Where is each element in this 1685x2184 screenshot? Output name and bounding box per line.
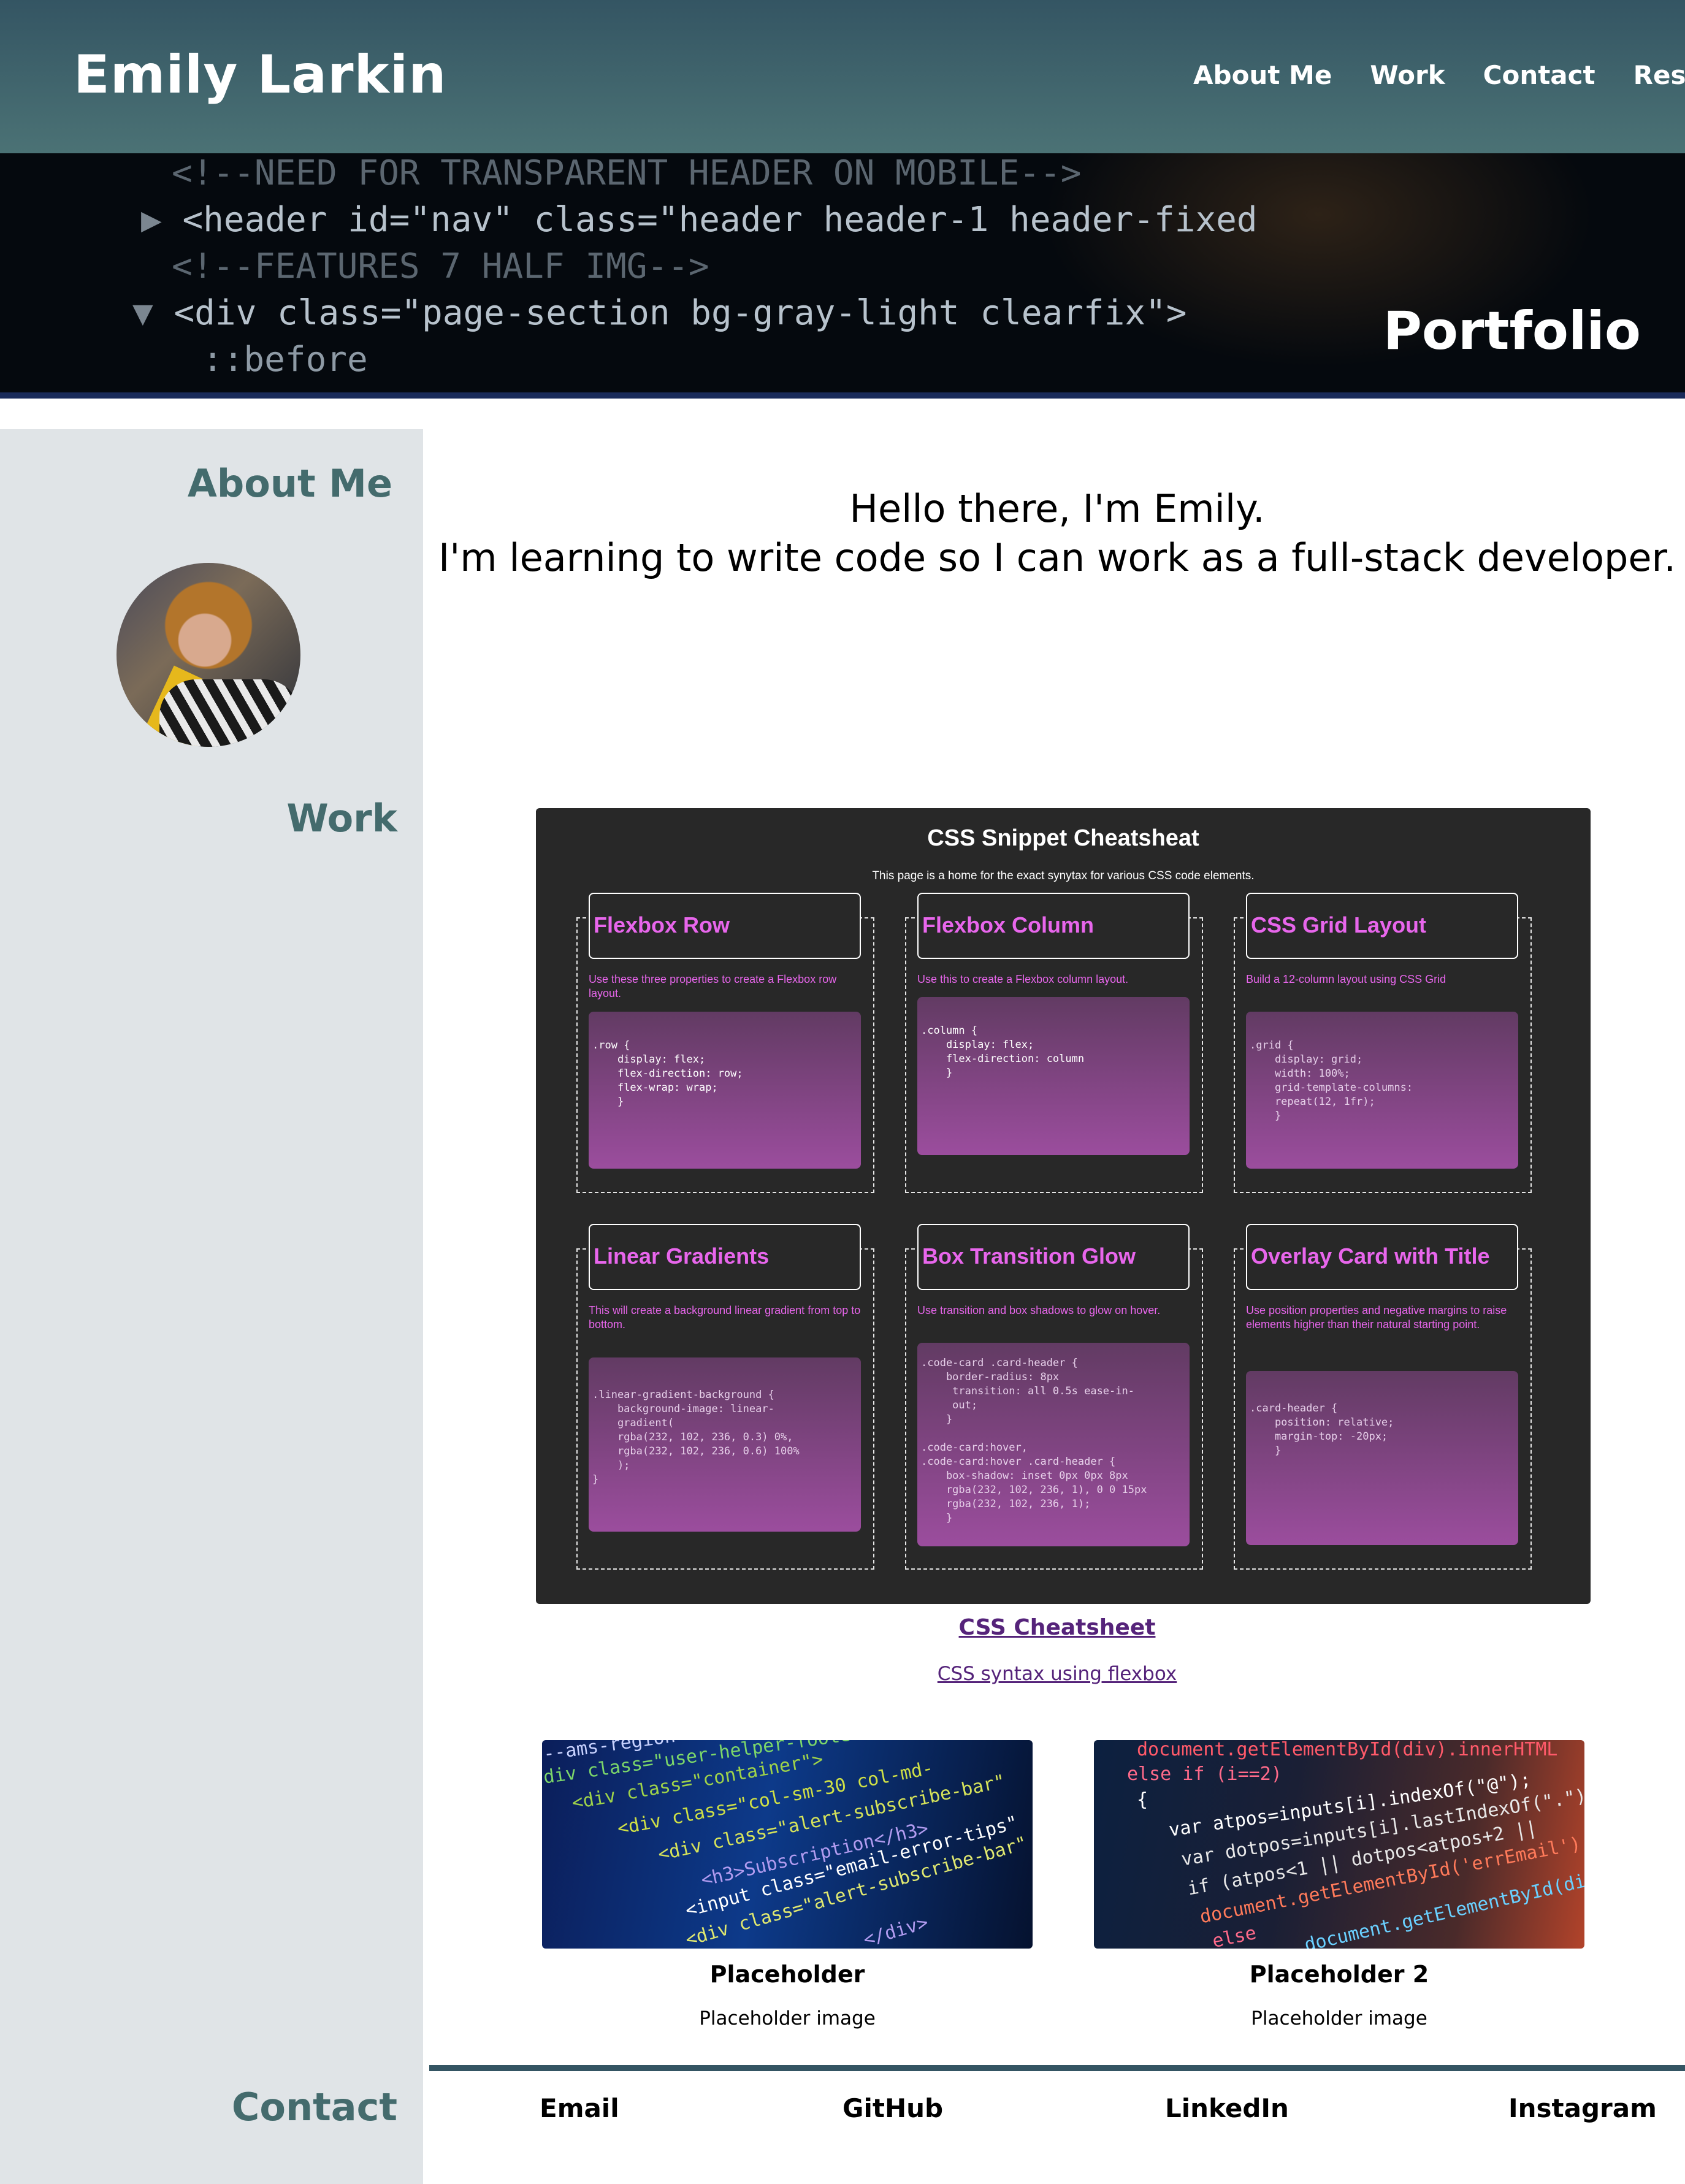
hero-code-line: ::before [202,340,368,380]
contact-instagram-link[interactable]: Instagram [1508,2093,1657,2123]
code-card: Linear Gradients This will create a back… [576,1224,874,1570]
placeholder-title-1: Placeholder [709,1961,865,1988]
code-card-title: Flexbox Column [917,893,1190,959]
placeholder-caption-1: Placeholder image [699,2007,876,2029]
about-me-heading: About Me [187,461,392,506]
code-card: Box Transition Glow Use transition and b… [905,1224,1203,1570]
hero-code-line: ▶ <header id="nav" class="header header-… [141,200,1258,240]
nav-contact[interactable]: Contact [1483,60,1595,97]
intro-line-2: I'm learning to write code so I can work… [438,535,1676,580]
ph-code-line: document.getElementById(div).innerHTML [1137,1740,1558,1760]
code-card-title: Flexbox Row [589,893,861,959]
hero-code-line: <!--NEED FOR TRANSPARENT HEADER ON MOBIL… [172,153,1082,193]
hero-code-text: <div class="page-section bg-gray-light c… [174,293,1187,333]
code-card-code: .row { display: flex; flex-direction: ro… [589,1012,861,1169]
code-card-title: Overlay Card with Title [1246,1224,1518,1290]
code-card-title: CSS Grid Layout [1246,893,1518,959]
contact-github-link[interactable]: GitHub [842,2093,943,2123]
hero-code-line: ▼ <div class="page-section bg-gray-light… [132,293,1187,333]
ph-code-line: { [1137,1789,1148,1811]
code-card-desc: This will create a background linear gra… [589,1304,861,1331]
code-card-code: .grid { display: grid; width: 100%; grid… [1246,1012,1518,1169]
code-card-desc: Use this to create a Flexbox column layo… [917,973,1129,985]
cheatsheet-subtitle: This page is a home for the exact synyta… [872,869,1255,882]
nav-resume[interactable]: Resume [1633,60,1685,97]
cheatsheet-preview[interactable]: CSS Snippet Cheatsheat This page is a ho… [536,808,1591,1604]
placeholder-image-1[interactable]: --ams-region-start 418--> div class="use… [542,1740,1033,1949]
contact-email-link[interactable]: Email [540,2093,619,2123]
code-card: CSS Grid Layout Build a 12-column layout… [1234,893,1532,1193]
work-heading: Work [286,796,397,841]
hero-code-line: <!--FEATURES 7 HALF IMG--> [172,246,709,286]
code-card-code: .code-card .card-header { border-radius:… [917,1343,1190,1546]
nav-about-me[interactable]: About Me [1193,60,1332,97]
code-card-desc: Use transition and box shadows to glow o… [917,1304,1161,1316]
sidebar: About Me Work Contact [0,429,423,2184]
contact-divider [429,2065,1685,2071]
nav-work[interactable]: Work [1370,60,1445,97]
cheatsheet-sub-link[interactable]: CSS syntax using flexbox [429,1663,1685,1685]
intro-line-1: Hello there, I'm Emily. [849,486,1265,531]
hero-banner: <!--NEED FOR TRANSPARENT HEADER ON MOBIL… [0,153,1685,399]
placeholder-image-2[interactable]: document.getElementById(div).innerHTML e… [1094,1740,1584,1949]
intro-text: Hello there, I'm Emily. I'm learning to … [429,484,1685,582]
ph-code-line: else [1210,1922,1258,1949]
code-card: Overlay Card with Title Use position pro… [1234,1224,1532,1570]
hero-title: Portfolio [1383,300,1641,362]
code-card-desc: Use position properties and negative mar… [1246,1304,1507,1331]
code-card-title: Box Transition Glow [917,1224,1190,1290]
code-card-code: .card-header { position: relative; margi… [1246,1371,1518,1545]
code-card-code: .linear-gradient-background { background… [589,1357,861,1532]
code-card: Flexbox Column Use this to create a Flex… [905,893,1203,1193]
placeholder-caption-2: Placeholder image [1251,2007,1427,2029]
hero-bottom-bar [0,392,1685,399]
ph-code-line: else if (i==2) [1127,1763,1282,1785]
site-title[interactable]: Emily Larkin [74,44,446,105]
code-card-code: .column { display: flex; flex-direction:… [917,997,1190,1155]
code-card: Flexbox Row Use these three properties t… [576,893,874,1193]
main-nav: About Me Work Contact Resume [1193,60,1685,97]
contact-linkedin-link[interactable]: LinkedIn [1165,2093,1289,2123]
placeholder-title-2: Placeholder 2 [1249,1961,1429,1988]
cheatsheet-link[interactable]: CSS Cheatsheet [429,1615,1685,1640]
ph-code-line: </div> [861,1912,931,1949]
contact-heading: Contact [231,2085,397,2129]
cheatsheet-title: CSS Snippet Cheatsheat [927,825,1199,851]
code-card-title: Linear Gradients [589,1224,861,1290]
profile-avatar [117,563,300,747]
hero-code-text: <header id="nav" class="header header-1 … [182,200,1258,240]
site-header: Emily Larkin About Me Work Contact Resum… [0,0,1685,153]
code-card-desc: Build a 12-column layout using CSS Grid [1246,973,1446,985]
code-card-desc: Use these three properties to create a F… [589,973,837,999]
